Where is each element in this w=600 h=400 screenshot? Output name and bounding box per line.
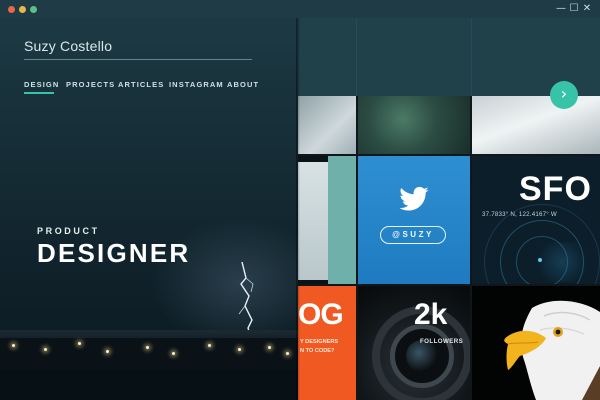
location-title: SFO	[519, 170, 592, 208]
nav-articles[interactable]: ARTICLES	[118, 80, 164, 89]
blog-title: OG	[298, 298, 344, 331]
notebook-photo-tile[interactable]	[298, 156, 356, 284]
zoom-traffic-light[interactable]	[30, 6, 37, 13]
laptop-photo-tile[interactable]	[472, 96, 600, 154]
city-light	[12, 344, 15, 347]
location-tile[interactable]: SFO 37.7833° N, 122.4167° W	[472, 156, 600, 284]
close-icon[interactable]: ✕	[582, 3, 592, 14]
twitter-bird-icon	[399, 186, 429, 211]
nav-instagram[interactable]: INSTAGRAM	[169, 80, 224, 89]
city-light	[238, 348, 241, 351]
city-light	[106, 350, 109, 353]
twitter-tile[interactable]: @SUZY	[358, 156, 470, 284]
minimize-traffic-light[interactable]	[19, 6, 26, 13]
blog-subtitle-line: Y DESIGNERS	[300, 339, 339, 345]
maximize-icon[interactable]: ☐	[569, 3, 579, 14]
city-light	[44, 348, 47, 351]
nav-about[interactable]: ABOUT	[227, 80, 259, 89]
active-nav-indicator	[24, 92, 54, 94]
name-divider	[24, 59, 252, 60]
city-light	[208, 344, 211, 347]
nav-projects[interactable]: PROJECTS	[66, 80, 115, 89]
hero-kicker: PRODUCT	[37, 226, 100, 236]
eagle-photo-tile[interactable]	[472, 286, 600, 400]
notebook-cover	[328, 156, 356, 284]
blog-subtitle: Y DESIGNERS N TO CODE?	[300, 338, 338, 356]
site-header: Suzy Costello DESIGN PROJECTS ARTICLES I…	[0, 18, 600, 96]
location-pin-icon	[538, 258, 542, 262]
minimize-icon[interactable]: —	[556, 3, 566, 14]
city-light	[268, 346, 271, 349]
location-coordinates: 37.7833° N, 122.4167° W	[482, 211, 557, 218]
keyboard-photo-tile[interactable]	[298, 96, 356, 154]
city-light	[286, 352, 289, 355]
map-dots	[532, 242, 592, 282]
blog-subtitle-line: N TO CODE?	[300, 348, 335, 354]
nav-design[interactable]: DESIGN	[24, 80, 59, 89]
next-arrow-button[interactable]: ›	[550, 81, 578, 109]
city-light	[78, 342, 81, 345]
city-light	[172, 352, 175, 355]
harbor-water	[0, 370, 300, 400]
followers-label: FOLLOWERS	[420, 338, 464, 345]
hero-title: DESIGNER	[37, 238, 191, 268]
followers-count: 2k	[414, 298, 448, 331]
site-owner-name[interactable]: Suzy Costello	[24, 38, 112, 54]
city-light	[146, 346, 149, 349]
plant-photo-tile[interactable]	[358, 96, 470, 154]
eagle-image	[504, 300, 600, 400]
app-window: — ☐ ✕ PRODUCT DESIGNER @SUZY SFO 37.7833…	[0, 0, 600, 400]
panel-shadow	[296, 18, 300, 400]
close-traffic-light[interactable]	[8, 6, 15, 13]
blog-post-tile[interactable]: OG Y DESIGNERS N TO CODE?	[298, 286, 356, 400]
notebook-page	[298, 162, 328, 280]
window-titlebar: — ☐ ✕	[0, 0, 600, 18]
twitter-handle-button[interactable]: @SUZY	[380, 226, 446, 244]
